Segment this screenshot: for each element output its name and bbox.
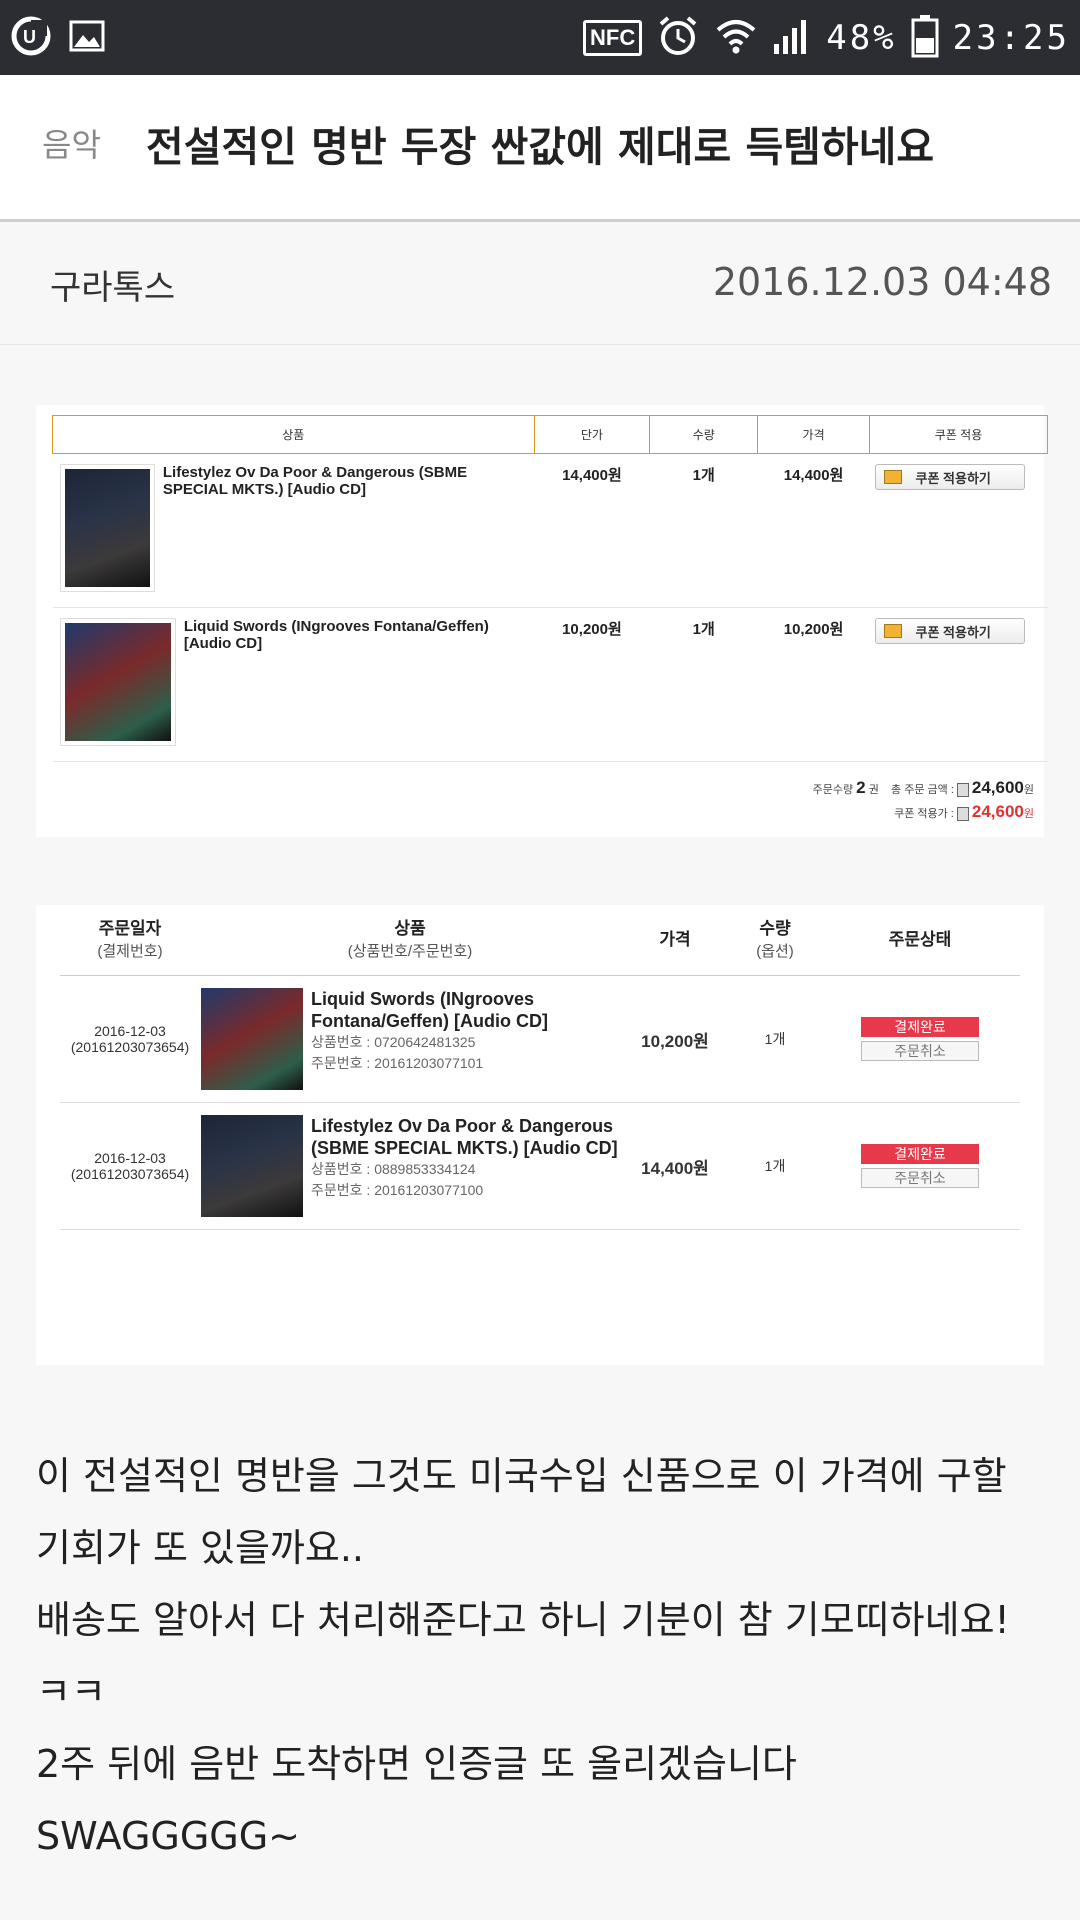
- order-number: 20161203077100: [374, 1182, 484, 1198]
- coupon-total-amount: 24,600: [971, 802, 1024, 821]
- cart-unit-price: 14,400원: [534, 453, 650, 608]
- cart-header-qty: 수량: [649, 415, 759, 454]
- cart-header-unit: 단가: [533, 415, 651, 454]
- cancel-order-button[interactable]: 주문취소: [861, 1168, 979, 1188]
- order-qty-label: 주문수량: [812, 784, 854, 796]
- payment-number: (20161203073654): [70, 1039, 190, 1055]
- post-body: 이 전설적인 명반을 그것도 미국수입 신품으로 이 가격에 구할 기회가 또 …: [36, 1440, 1046, 1872]
- cart-unit-price: 10,200원: [534, 607, 650, 762]
- album-cover-image: [59, 464, 155, 592]
- total-amount: 24,600: [971, 778, 1024, 797]
- album-cover-image: [201, 1115, 303, 1217]
- total-label: 총 주문 금액 :: [891, 784, 954, 796]
- body-paragraph: 2주 뒤에 음반 도착하면 인증글 또 올리겠습니다: [36, 1742, 797, 1786]
- order-number: 20161203077101: [374, 1055, 484, 1071]
- post-meta: 구라톡스 2016.12.03 04:48: [0, 222, 1080, 345]
- svg-text:U: U: [23, 27, 36, 47]
- order-date: 2016-12-03: [94, 1023, 166, 1039]
- cart-screenshot: 상품 단가 수량 가격 쿠폰 적용 Lifestylez Ov Da Poor …: [36, 405, 1048, 837]
- battery-percent: 48%: [826, 17, 897, 58]
- cart-qty: 1개: [649, 607, 758, 762]
- cart-price: 14,400원: [757, 453, 870, 608]
- order-header-date: 주문일자 (결제번호): [60, 905, 200, 976]
- signal-icon: [772, 16, 812, 60]
- order-qty: 1개: [730, 1102, 820, 1230]
- uplus-icon: U: [10, 16, 52, 56]
- cart-header-price: 가격: [757, 415, 871, 454]
- cancel-order-button[interactable]: 주문취소: [861, 1041, 979, 1061]
- post-category[interactable]: 음악: [42, 120, 101, 166]
- coupon-icon: [883, 624, 902, 638]
- cart-row: Liquid Swords (INgrooves Fontana/Geffen)…: [52, 607, 1048, 762]
- post-date: 2016.12.03 04:48: [712, 260, 1052, 304]
- cart-table: 상품 단가 수량 가격 쿠폰 적용 Lifestylez Ov Da Poor …: [52, 415, 1048, 762]
- coupon-total-label: 쿠폰 적용가 :: [894, 808, 954, 820]
- coupon-icon: [883, 470, 902, 484]
- order-row: 2016-12-03 (20161203073654) Lifestylez Ov…: [60, 1102, 1020, 1230]
- order-product-name[interactable]: Liquid Swords (INgrooves Fontana/Geffen)…: [311, 988, 619, 1032]
- battery-icon: [911, 14, 939, 62]
- post-title: 전설적인 명반 두장 싼값에 제대로 득템하네요: [146, 123, 935, 171]
- clock: 23:25: [952, 17, 1070, 58]
- album-cover-image: [201, 988, 303, 1090]
- cart-header-coupon: 쿠폰 적용: [869, 415, 1048, 454]
- order-price: 14,400원: [620, 1102, 730, 1230]
- order-product-name[interactable]: Lifestylez Ov Da Poor & Dangerous (SBME …: [311, 1115, 619, 1159]
- body-paragraph: 배송도 알아서 다 처리해준다고 하니 기분이 참 기모띠하네요! ㅋㅋ: [36, 1598, 1010, 1714]
- apply-coupon-button[interactable]: 쿠폰 적용하기: [874, 464, 1025, 490]
- payment-number: (20161203073654): [70, 1166, 190, 1182]
- nfc-icon: NFC: [583, 19, 643, 56]
- calculator-icon: [956, 783, 969, 798]
- cart-product-name[interactable]: Liquid Swords (INgrooves Fontana/Geffen)…: [176, 618, 533, 746]
- status-badge: 결제완료: [861, 1144, 979, 1164]
- order-header-price: 가격: [620, 905, 730, 976]
- order-qty: 1개: [730, 975, 820, 1103]
- product-number: 0889853334124: [374, 1161, 476, 1177]
- wifi-icon: [714, 16, 758, 60]
- cart-row: Lifestylez Ov Da Poor & Dangerous (SBME …: [52, 453, 1048, 608]
- calculator-icon: [956, 807, 969, 822]
- cart-header-product: 상품: [52, 415, 535, 454]
- status-bar: U NFC 48% 23:25: [0, 0, 1080, 75]
- cart-qty: 1개: [649, 453, 758, 608]
- order-row: 2016-12-03 (20161203073654) Liquid Swords…: [60, 975, 1020, 1103]
- post-header: 음악 전설적인 명반 두장 싼값에 제대로 득템하네요: [0, 75, 1080, 222]
- order-qty: 2: [856, 778, 866, 797]
- body-paragraph: SWAGGGGG~: [36, 1814, 301, 1858]
- album-cover-image: [59, 618, 176, 746]
- order-date: 2016-12-03: [94, 1150, 166, 1166]
- order-list-screenshot: 주문일자 (결제번호) 상품 (상품번호/주문번호) 가격 수량 (옵션) 주문상태 …: [36, 905, 1044, 1365]
- alarm-icon: [656, 14, 700, 62]
- order-header-qty: 수량 (옵션): [730, 905, 820, 976]
- body-paragraph: 이 전설적인 명반을 그것도 미국수입 신품으로 이 가격에 구할 기회가 또 …: [36, 1454, 1007, 1570]
- cart-price: 10,200원: [757, 607, 870, 762]
- cart-product-name[interactable]: Lifestylez Ov Da Poor & Dangerous (SBME …: [155, 464, 533, 592]
- apply-coupon-button[interactable]: 쿠폰 적용하기: [874, 618, 1025, 644]
- product-number: 0720642481325: [374, 1034, 476, 1050]
- order-table: 주문일자 (결제번호) 상품 (상품번호/주문번호) 가격 수량 (옵션) 주문상태 …: [60, 905, 1020, 1230]
- cart-summary: 주문수량 2 권 총 주문 금액 :24,600원 쿠폰 적용가 :24,600…: [812, 778, 1034, 822]
- order-price: 10,200원: [620, 975, 730, 1103]
- post-author[interactable]: 구라톡스: [50, 260, 175, 309]
- order-header-product: 상품 (상품번호/주문번호): [200, 905, 620, 976]
- order-header-status: 주문상태: [820, 905, 1020, 976]
- gallery-icon: [66, 16, 108, 56]
- status-badge: 결제완료: [861, 1017, 979, 1037]
